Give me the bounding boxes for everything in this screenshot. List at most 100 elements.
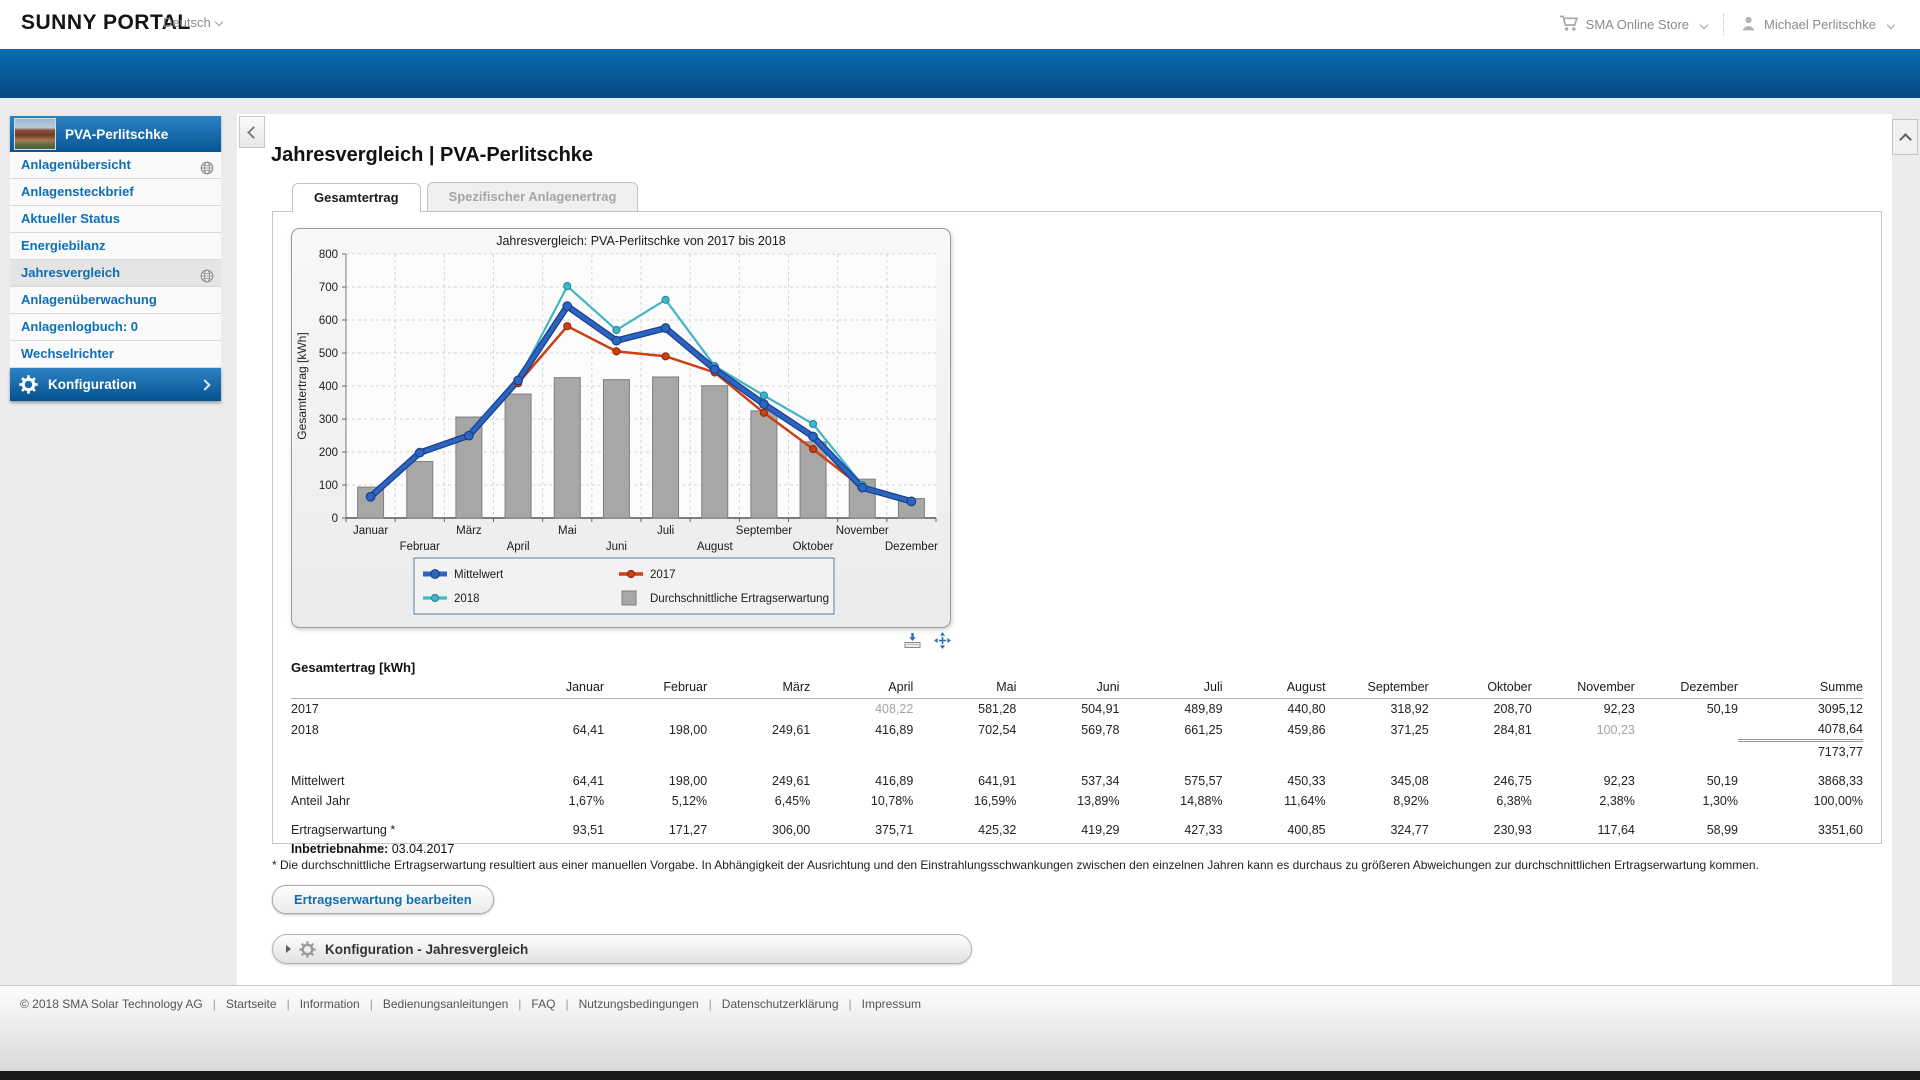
footer-separator: | xyxy=(213,997,216,1011)
sma-online-store-menu[interactable]: SMA Online Store xyxy=(1559,14,1707,35)
collapse-sidebar-button[interactable] xyxy=(239,116,265,148)
user-menu[interactable]: Michael Perlitschke xyxy=(1740,15,1894,35)
footer-link-faq[interactable]: FAQ xyxy=(531,997,555,1011)
sidebar-item-label: Wechselrichter xyxy=(21,346,114,361)
table-cell: 504,91 xyxy=(1016,699,1119,720)
footer-link-startseite[interactable]: Startseite xyxy=(226,997,277,1011)
table-cell: 345,08 xyxy=(1326,771,1429,791)
footer-link-impressum[interactable]: Impressum xyxy=(862,997,921,1011)
sidebar-item-anlagenübersicht[interactable]: Anlagenübersicht xyxy=(10,152,221,179)
table-cell: 324,77 xyxy=(1326,820,1429,840)
svg-text:Februar: Februar xyxy=(400,541,440,553)
footer-separator: | xyxy=(287,997,290,1011)
sidebar-item-jahresvergleich[interactable]: Jahresvergleich xyxy=(10,260,221,287)
chart-legend: Mittelwert20172018Durchschnittliche Ertr… xyxy=(414,558,834,614)
table-cell: 284,81 xyxy=(1429,719,1532,741)
table-cell: 2,38% xyxy=(1532,791,1635,811)
table-row-label: Ertragserwartung * xyxy=(291,820,501,840)
table-column-header: Summe xyxy=(1738,678,1863,699)
table-cell xyxy=(1635,741,1738,763)
table-cell: 702,54 xyxy=(913,719,1016,741)
sidebar-item-anlagenüberwachung[interactable]: Anlagenüberwachung xyxy=(10,287,221,314)
sidebar-item-wechselrichter[interactable]: Wechselrichter xyxy=(10,341,221,368)
table-column-header: Juni xyxy=(1016,678,1119,699)
edit-ertragserwartung-button[interactable]: Ertragserwartung bearbeiten xyxy=(272,885,494,914)
table-cell: 92,23 xyxy=(1532,771,1635,791)
footer-link-datenschutzerklärung[interactable]: Datenschutzerklärung xyxy=(722,997,839,1011)
scroll-up-button[interactable] xyxy=(1892,119,1918,155)
footer-link-nutzungsbedingungen[interactable]: Nutzungsbedingungen xyxy=(579,997,699,1011)
table-cell: 575,57 xyxy=(1119,771,1222,791)
chevron-down-icon xyxy=(214,18,222,26)
main-nav-banner xyxy=(0,49,1920,98)
sidebar-item-anlagensteckbrief[interactable]: Anlagensteckbrief xyxy=(10,179,221,206)
table-cell xyxy=(604,741,707,763)
table-cell: 64,41 xyxy=(501,719,604,741)
table-cell: 427,33 xyxy=(1119,820,1222,840)
table-cell: 10,78% xyxy=(810,791,913,811)
svg-text:November: November xyxy=(836,525,889,537)
table-cell: 11,64% xyxy=(1223,791,1326,811)
tab-spezifischer-anlagenertrag[interactable]: Spezifischer Anlagenertrag xyxy=(427,182,639,212)
table-cell: 416,89 xyxy=(810,771,913,791)
svg-text:Oktober: Oktober xyxy=(793,541,834,553)
footer-separator: | xyxy=(370,997,373,1011)
sidebar-item-label: Anlagenübersicht xyxy=(21,157,131,172)
download-icon[interactable] xyxy=(903,632,922,654)
table-row-label: 2018 xyxy=(291,719,501,741)
table-cell: 661,25 xyxy=(1119,719,1222,741)
svg-text:Durchschnittliche Ertragserwar: Durchschnittliche Ertragserwartung xyxy=(650,593,829,605)
svg-text:2018: 2018 xyxy=(454,593,480,605)
table-cell: 3095,12 xyxy=(1738,699,1863,720)
table-column-header: November xyxy=(1532,678,1635,699)
table-cell: 306,00 xyxy=(707,820,810,840)
sidebar-item-energiebilanz[interactable]: Energiebilanz xyxy=(10,233,221,260)
config-jahresvergleich-panel[interactable]: Konfiguration - Jahresvergleich xyxy=(272,934,972,964)
table-cell: 8,92% xyxy=(1326,791,1429,811)
table-column-header: April xyxy=(810,678,913,699)
table-row-total: 7173,77 xyxy=(291,741,1863,763)
table-column-header: Juli xyxy=(1119,678,1222,699)
table-column-header: März xyxy=(707,678,810,699)
table-cell: 13,89% xyxy=(1016,791,1119,811)
table-corner xyxy=(291,678,501,699)
sidebar-item-anlagenlogbuch-0[interactable]: Anlagenlogbuch: 0 xyxy=(10,314,221,341)
table-row-label: 2017 xyxy=(291,699,501,720)
chevron-right-icon xyxy=(199,379,210,390)
table-row-anteil-jahr: Anteil Jahr1,67%5,12%6,45%10,78%16,59%13… xyxy=(291,791,1863,811)
tab-gesamtertrag[interactable]: Gesamtertrag xyxy=(292,183,421,213)
language-selector[interactable]: Deutsch xyxy=(163,15,222,30)
footer-separator: | xyxy=(565,997,568,1011)
table-cell: 100,00% xyxy=(1738,791,1863,811)
sidebar-item-konfiguration[interactable]: Konfiguration xyxy=(10,368,221,401)
plant-header[interactable]: PVA-Perlitschke xyxy=(10,116,221,152)
content-panel: Jahresvergleich: PVA-Perlitschke von 201… xyxy=(272,211,1882,844)
sidebar-item-aktueller-status[interactable]: Aktueller Status xyxy=(10,206,221,233)
table-cell: 419,29 xyxy=(1016,820,1119,840)
yearly-comparison-chart: Jahresvergleich: PVA-Perlitschke von 201… xyxy=(291,228,951,628)
tab-bar: GesamtertragSpezifischer Anlagenertrag xyxy=(292,182,1892,211)
table-cell: 440,80 xyxy=(1223,699,1326,720)
footer-link-bedienungsanleitungen[interactable]: Bedienungsanleitungen xyxy=(383,997,508,1011)
yearly-comparison-table: JanuarFebruarMärzAprilMaiJuniJuliAugustS… xyxy=(291,678,1863,840)
chart-svg: Jahresvergleich: PVA-Perlitschke von 201… xyxy=(291,228,951,628)
table-cell: 459,86 xyxy=(1223,719,1326,741)
expand-icon[interactable] xyxy=(934,632,951,654)
svg-text:2017: 2017 xyxy=(650,569,676,581)
table-cell: 117,64 xyxy=(1532,820,1635,840)
table-cell xyxy=(810,741,913,763)
table-cell: 64,41 xyxy=(501,771,604,791)
user-label: Michael Perlitschke xyxy=(1764,17,1876,32)
chart-actions xyxy=(291,632,951,654)
table-cell: 58,99 xyxy=(1635,820,1738,840)
footer-link-information[interactable]: Information xyxy=(300,997,360,1011)
table-cell xyxy=(604,699,707,720)
svg-text:September: September xyxy=(736,525,792,537)
table-column-header: August xyxy=(1223,678,1326,699)
svg-text:400: 400 xyxy=(319,381,338,393)
table-row-2018: 201864,41198,00249,61416,89702,54569,786… xyxy=(291,719,1863,741)
table-cell: 425,32 xyxy=(913,820,1016,840)
plant-name: PVA-Perlitschke xyxy=(65,127,168,142)
svg-text:März: März xyxy=(456,525,482,537)
table-column-header: Februar xyxy=(604,678,707,699)
